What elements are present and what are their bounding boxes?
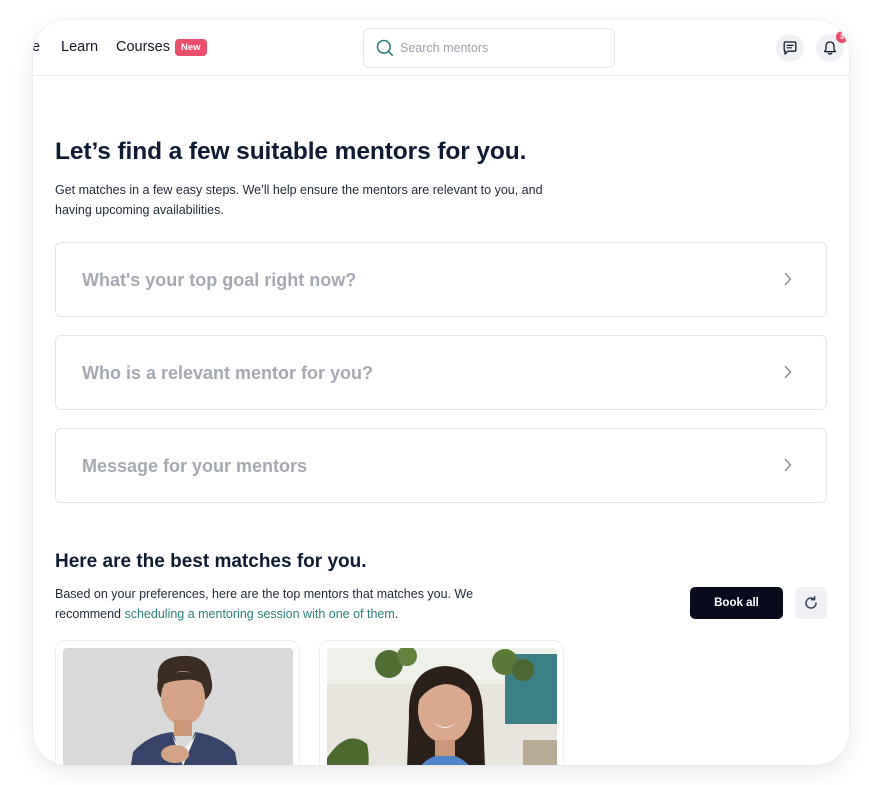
search-box[interactable]	[363, 28, 615, 68]
refresh-button[interactable]	[795, 587, 827, 619]
chevron-right-icon	[784, 365, 792, 379]
top-nav: e Learn Courses New 3	[33, 20, 849, 76]
matches-text-end: .	[394, 607, 399, 621]
search-input[interactable]	[400, 38, 600, 58]
step-label: Who is a relevant mentor for you?	[82, 363, 374, 383]
step-label: Message for your mentors	[82, 456, 308, 476]
step-top-goal[interactable]: What's your top goal right now?	[55, 242, 827, 317]
notifications-button[interactable]: 3	[816, 31, 848, 62]
bell-icon	[823, 41, 837, 55]
mentor-portrait-image	[327, 648, 557, 765]
new-badge: New	[175, 39, 207, 56]
chevron-right-icon	[784, 458, 792, 472]
page-subtitle: Get matches in a few easy steps. We’ll h…	[55, 183, 543, 217]
page-title: Let’s find a few suitable mentors for yo…	[55, 138, 527, 165]
chevron-right-icon	[784, 272, 792, 286]
nav-item-truncated[interactable]: e	[33, 39, 40, 55]
search-icon	[376, 39, 394, 57]
matches-title: Here are the best matches for you.	[55, 551, 367, 572]
notification-count-badge: 3	[836, 31, 848, 43]
mentor-portrait-image	[63, 648, 293, 765]
step-relevant-mentor[interactable]: Who is a relevant mentor for you?	[55, 335, 827, 410]
step-message-mentors[interactable]: Message for your mentors	[55, 428, 827, 503]
scheduling-link[interactable]: scheduling a mentoring session with one …	[124, 607, 394, 621]
nav-item-courses[interactable]: Courses	[116, 39, 170, 55]
matches-description: Based on your preferences, here are the …	[55, 584, 495, 624]
messages-button[interactable]	[776, 34, 804, 62]
mentor-card[interactable]	[55, 640, 300, 765]
book-all-button[interactable]: Book all	[690, 587, 783, 619]
mentor-photo	[63, 648, 293, 765]
mentor-photo	[327, 648, 557, 765]
app-frame: e Learn Courses New 3 Let’s fin	[33, 20, 849, 765]
chat-icon	[783, 41, 797, 55]
refresh-icon	[805, 595, 817, 609]
mentor-card[interactable]	[319, 640, 564, 765]
nav-item-learn[interactable]: Learn	[61, 39, 98, 55]
step-label: What's your top goal right now?	[82, 270, 357, 290]
